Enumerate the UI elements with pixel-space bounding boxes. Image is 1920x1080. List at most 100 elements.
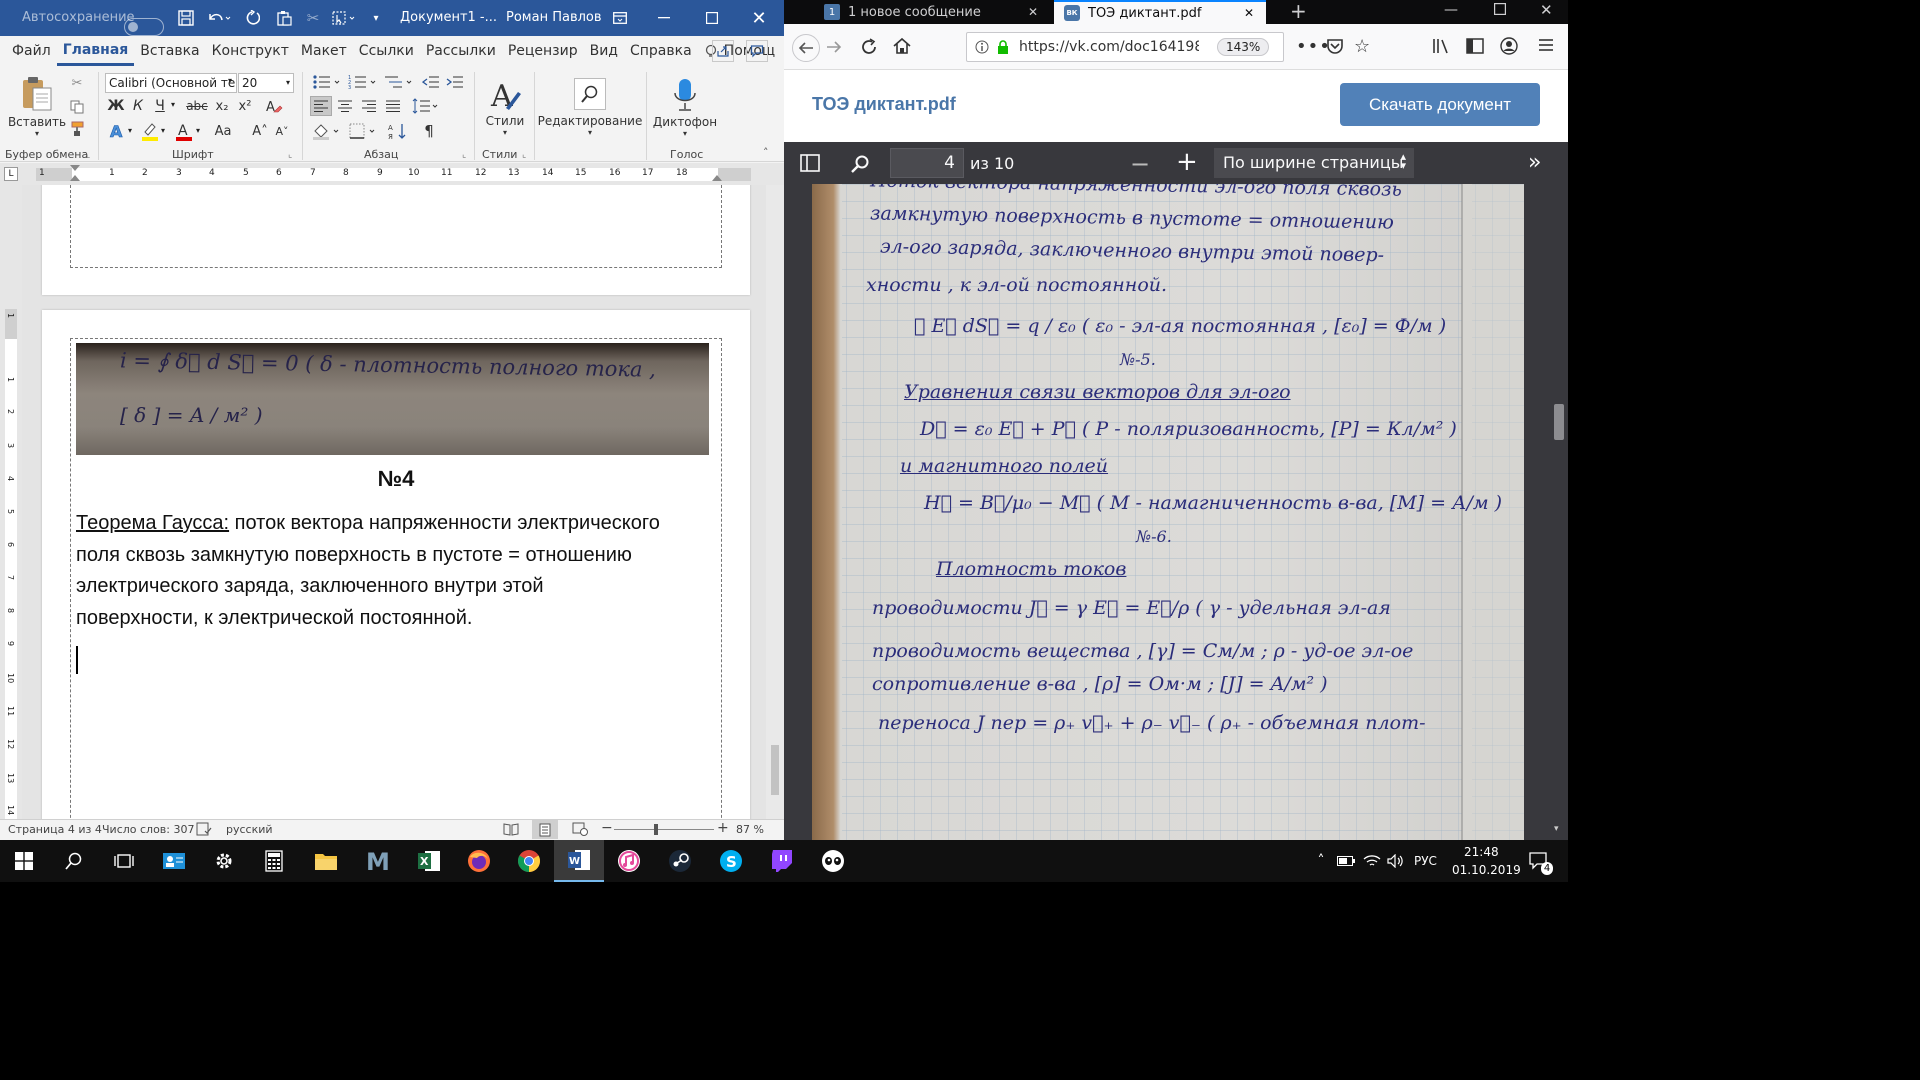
align-center-icon[interactable] [334,96,356,116]
search-icon[interactable] [50,840,98,882]
new-tab-icon[interactable]: + [1290,0,1307,24]
font-name-dropdown-icon[interactable]: ▾ [228,76,232,85]
print-layout-icon[interactable] [532,820,558,839]
shading-icon[interactable] [310,120,344,142]
contacts-app-icon[interactable] [150,840,198,882]
steam-icon[interactable] [654,840,706,882]
firefox-icon[interactable] [454,840,504,882]
tab-design[interactable]: Конструкт [206,36,295,66]
minimize-icon[interactable] [652,6,676,30]
multilevel-list-icon[interactable] [382,72,416,92]
clear-formatting-icon[interactable]: A [262,96,286,116]
underline-dropdown-icon[interactable]: ▾ [171,100,175,109]
tools-icon[interactable]: » [1528,150,1541,175]
cut-icon-ribbon[interactable]: ✂ [68,74,86,92]
download-button[interactable]: Скачать документ [1340,83,1540,126]
pdf-scrollbar-thumb[interactable] [1554,404,1564,440]
text-effects-dropdown-icon[interactable]: ▾ [128,126,132,135]
right-indent-marker[interactable] [712,175,722,181]
font-color-dropdown-icon[interactable]: ▾ [196,126,200,135]
tab-file[interactable]: Файл [6,36,57,66]
bold-button[interactable]: Ж [107,96,125,116]
skype-icon[interactable]: S [706,840,756,882]
zoom-mode-select[interactable]: По ширине страницы ▴ ▾ [1214,148,1414,178]
account-icon[interactable] [1500,37,1518,55]
home-icon[interactable] [892,37,912,55]
web-layout-icon[interactable] [572,822,588,836]
underline-button[interactable]: Ч [151,96,169,116]
decrease-indent-icon[interactable] [420,72,442,92]
tab-close-icon[interactable]: ✕ [1028,5,1038,19]
info-icon[interactable] [975,40,989,54]
font-size-select[interactable]: 20 ▾ [238,73,294,93]
file-explorer-icon[interactable] [300,840,352,882]
notifications-icon[interactable]: 4 [1522,840,1558,882]
shrink-font-button[interactable]: A˅ [272,120,292,142]
close-icon[interactable]: ✕ [746,6,772,30]
share-icon[interactable] [712,40,734,62]
dictate-button[interactable]: Диктофон ▾ [652,70,718,144]
zoom-slider-thumb[interactable] [654,824,658,835]
tab-help[interactable]: Справка [624,36,698,66]
tab-home[interactable]: Главная [56,36,135,66]
word-taskbar-icon[interactable]: W [554,840,604,882]
toggle-sidebar-icon[interactable] [800,154,820,172]
zoom-out-icon[interactable]: − [1130,150,1150,178]
lock-icon[interactable] [997,40,1009,54]
editing-button[interactable]: Редактирование ▾ [538,70,642,144]
zoom-out-button[interactable]: − [601,820,613,836]
proofing-icon[interactable] [196,822,212,836]
zoom-in-icon[interactable]: + [1176,147,1198,177]
ff-maximize-icon[interactable] [1494,3,1506,15]
styles-launcher-icon[interactable]: ⌞ [522,150,526,160]
tray-expand-icon[interactable]: ˄ [1310,840,1332,882]
font-name-select[interactable]: Calibri (Основной те [105,73,237,93]
pilcrow-icon[interactable]: ¶ [418,120,440,142]
tab-review[interactable]: Рецензир [502,36,584,66]
zoom-badge[interactable]: 143% [1217,38,1270,56]
scrollbar-thumb[interactable] [771,745,779,795]
clock-time[interactable]: 21:48 [1464,845,1499,859]
tab-close-icon[interactable]: ✕ [1244,6,1254,20]
align-right-icon[interactable] [358,96,380,116]
zoom-level[interactable]: 87 % [736,823,764,836]
language-indicator[interactable]: русский [226,823,273,836]
sort-icon[interactable]: AЯ [386,120,410,142]
user-name[interactable]: Роман Павлов [506,10,602,25]
handwritten-image[interactable]: i = ∮ δ⃗ d S⃗ = 0 ( δ - плотность полног… [76,343,709,455]
document-canvas[interactable]: 1 1 2 3 4 5 6 7 8 9 10 11 12 13 14 i = ∮… [0,185,784,819]
align-left-icon[interactable] [310,96,332,116]
highlight-icon[interactable] [139,120,161,142]
reload-icon[interactable] [860,38,878,56]
itunes-icon[interactable] [604,840,654,882]
borders-icon[interactable] [346,120,380,142]
styles-button[interactable]: A Стили ▾ [480,70,530,144]
wifi-icon[interactable] [1360,840,1384,882]
autosave-toggle[interactable] [124,18,164,36]
panda-app-icon[interactable] [808,840,858,882]
paste-button[interactable]: Вставить ▾ [8,70,66,142]
numbering-icon[interactable]: 123 [346,72,380,92]
library-icon[interactable] [1432,38,1450,54]
excel-icon[interactable]: X [404,840,454,882]
twitch-icon[interactable] [756,840,808,882]
tab-messages[interactable]: 1 1 новое сообщение ✕ [824,0,1050,24]
tab-view[interactable]: Вид [584,36,624,66]
highlight-dropdown-icon[interactable]: ▾ [161,126,165,135]
task-view-icon[interactable] [100,840,148,882]
clipboard-launcher-icon[interactable]: ⌞ [86,150,90,160]
redo-icon[interactable] [240,6,264,30]
comments-icon[interactable] [746,40,768,62]
tab-references[interactable]: Ссылки [353,36,420,66]
vertical-ruler[interactable]: 1 1 2 3 4 5 6 7 8 9 10 11 12 13 14 [0,185,22,819]
superscript-button[interactable]: x² [235,96,255,116]
paragraph-launcher-icon[interactable]: ⌞ [462,150,466,160]
line-spacing-icon[interactable] [410,96,442,116]
m-app-icon[interactable]: M [352,840,404,882]
clipboard-icon[interactable] [272,6,296,30]
ff-close-icon[interactable]: ✕ [1540,1,1553,19]
left-indent-marker[interactable] [70,175,80,181]
volume-icon[interactable] [1384,840,1408,882]
clock-date[interactable]: 01.10.2019 [1452,863,1521,877]
page-count[interactable]: Страница 4 из 4 [8,823,102,836]
